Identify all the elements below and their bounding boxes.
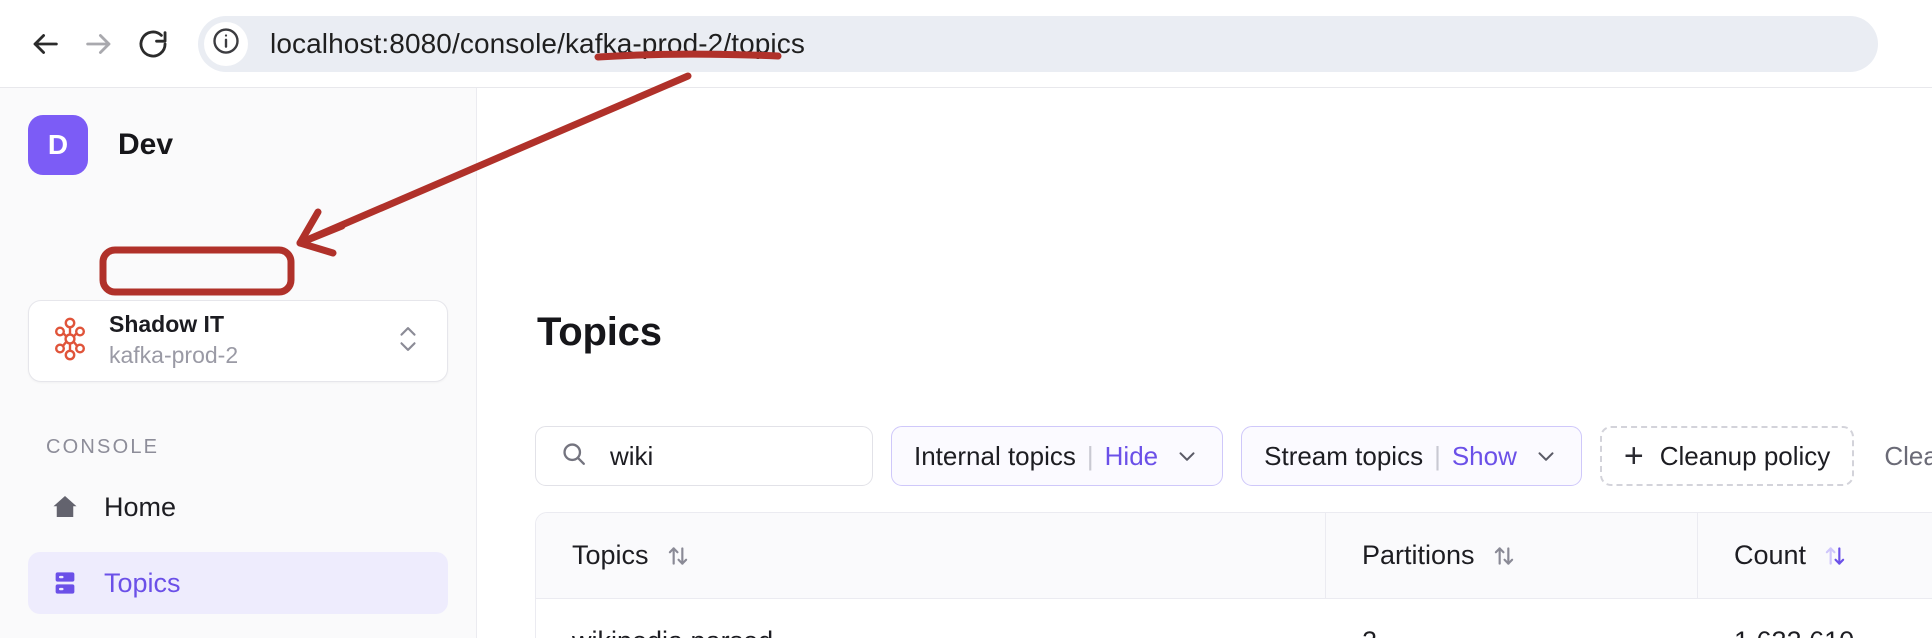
app-body: D Dev Shadow IT kafka-prod-2 CONSOLE Hom… [0, 88, 1932, 638]
brand-row[interactable]: D Dev [0, 88, 476, 180]
column-header-label: Count [1734, 540, 1807, 570]
brand-name: Dev [118, 128, 174, 161]
avatar: D [28, 115, 88, 175]
arrow-left-icon [28, 27, 62, 61]
internal-topics-value: Hide [1104, 440, 1159, 471]
cell-partitions: 2 [1326, 599, 1698, 638]
arrow-right-icon [82, 27, 116, 61]
search-icon [560, 440, 588, 473]
back-button[interactable] [18, 17, 72, 71]
topics-table: Topics Partitions Count [535, 512, 1932, 638]
cleanup-policy-label: Cleanup policy [1659, 440, 1831, 471]
reload-icon [136, 27, 170, 61]
stream-topics-value: Show [1451, 440, 1517, 471]
sidebar: D Dev Shadow IT kafka-prod-2 CONSOLE Hom… [0, 88, 477, 638]
reload-button[interactable] [126, 17, 180, 71]
main-content: Topics wiki Internal topics | Hide Strea… [477, 88, 1932, 638]
site-info-button[interactable] [204, 21, 248, 66]
cluster-text: Shadow IT kafka-prod-2 [109, 311, 395, 370]
chevron-down-icon[interactable] [1533, 443, 1559, 469]
table-header-row: Topics Partitions Count [536, 513, 1932, 599]
search-value: wiki [610, 440, 654, 471]
cell-count: 1 632 610 [1698, 599, 1932, 638]
kafka-icon [51, 317, 89, 366]
forward-button[interactable] [72, 17, 126, 71]
cluster-selector[interactable]: Shadow IT kafka-prod-2 [28, 300, 448, 382]
url-text: localhost:8080/console/kafka-prod-2/topi… [270, 27, 805, 59]
cell-topic-name: wikipedia.parsed [536, 599, 1326, 638]
address-bar[interactable]: localhost:8080/console/kafka-prod-2/topi… [198, 15, 1878, 72]
sort-arrows-icon[interactable] [1822, 543, 1848, 569]
browser-toolbar: localhost:8080/console/kafka-prod-2/topi… [0, 0, 1932, 88]
sidebar-item-label: Topics [104, 567, 181, 598]
sidebar-item-label: Home [104, 491, 177, 522]
cluster-id: kafka-prod-2 [109, 341, 239, 368]
internal-topics-filter[interactable]: Internal topics | Hide [891, 426, 1224, 486]
add-cleanup-policy-filter-button[interactable]: + Cleanup policy [1599, 426, 1855, 486]
sort-arrows-icon[interactable] [1491, 543, 1517, 569]
home-icon [48, 492, 82, 522]
column-header-topics[interactable]: Topics [536, 513, 1326, 598]
column-header-count[interactable]: Count [1698, 513, 1932, 598]
internal-topics-separator: | [1086, 440, 1094, 471]
clear-filters-button[interactable]: Clear [1884, 441, 1932, 472]
search-input[interactable]: wiki [535, 426, 873, 486]
stream-topics-label: Stream topics [1264, 440, 1424, 471]
stream-topics-filter[interactable]: Stream topics | Show [1241, 426, 1582, 486]
column-header-partitions[interactable]: Partitions [1326, 513, 1698, 598]
page-title: Topics [537, 310, 662, 354]
info-circle-icon [211, 26, 241, 61]
sidebar-item-home[interactable]: Home [28, 476, 448, 538]
screenshot-root: localhost:8080/console/kafka-prod-2/topi… [0, 0, 1932, 638]
column-header-label: Topics [572, 540, 649, 570]
column-header-label: Partitions [1362, 540, 1475, 570]
plus-icon: + [1623, 437, 1644, 475]
chevron-up-down-icon[interactable] [395, 319, 421, 364]
internal-topics-label: Internal topics [914, 440, 1076, 471]
stream-topics-separator: | [1434, 440, 1441, 471]
sidebar-item-schema-registry[interactable]: Schema Registry [28, 628, 448, 638]
sidebar-nav: Home Topics [28, 476, 448, 638]
sidebar-section-label: CONSOLE [46, 436, 160, 458]
table-row[interactable]: wikipedia.parsed 2 1 632 610 [536, 599, 1932, 638]
filter-toolbar: wiki Internal topics | Hide Stream topic… [535, 426, 1932, 486]
sort-arrows-icon[interactable] [665, 543, 691, 569]
chevron-down-icon[interactable] [1174, 443, 1200, 469]
sidebar-item-topics[interactable]: Topics [28, 552, 448, 614]
topics-icon [48, 568, 82, 598]
cluster-name: Shadow IT [109, 311, 224, 338]
